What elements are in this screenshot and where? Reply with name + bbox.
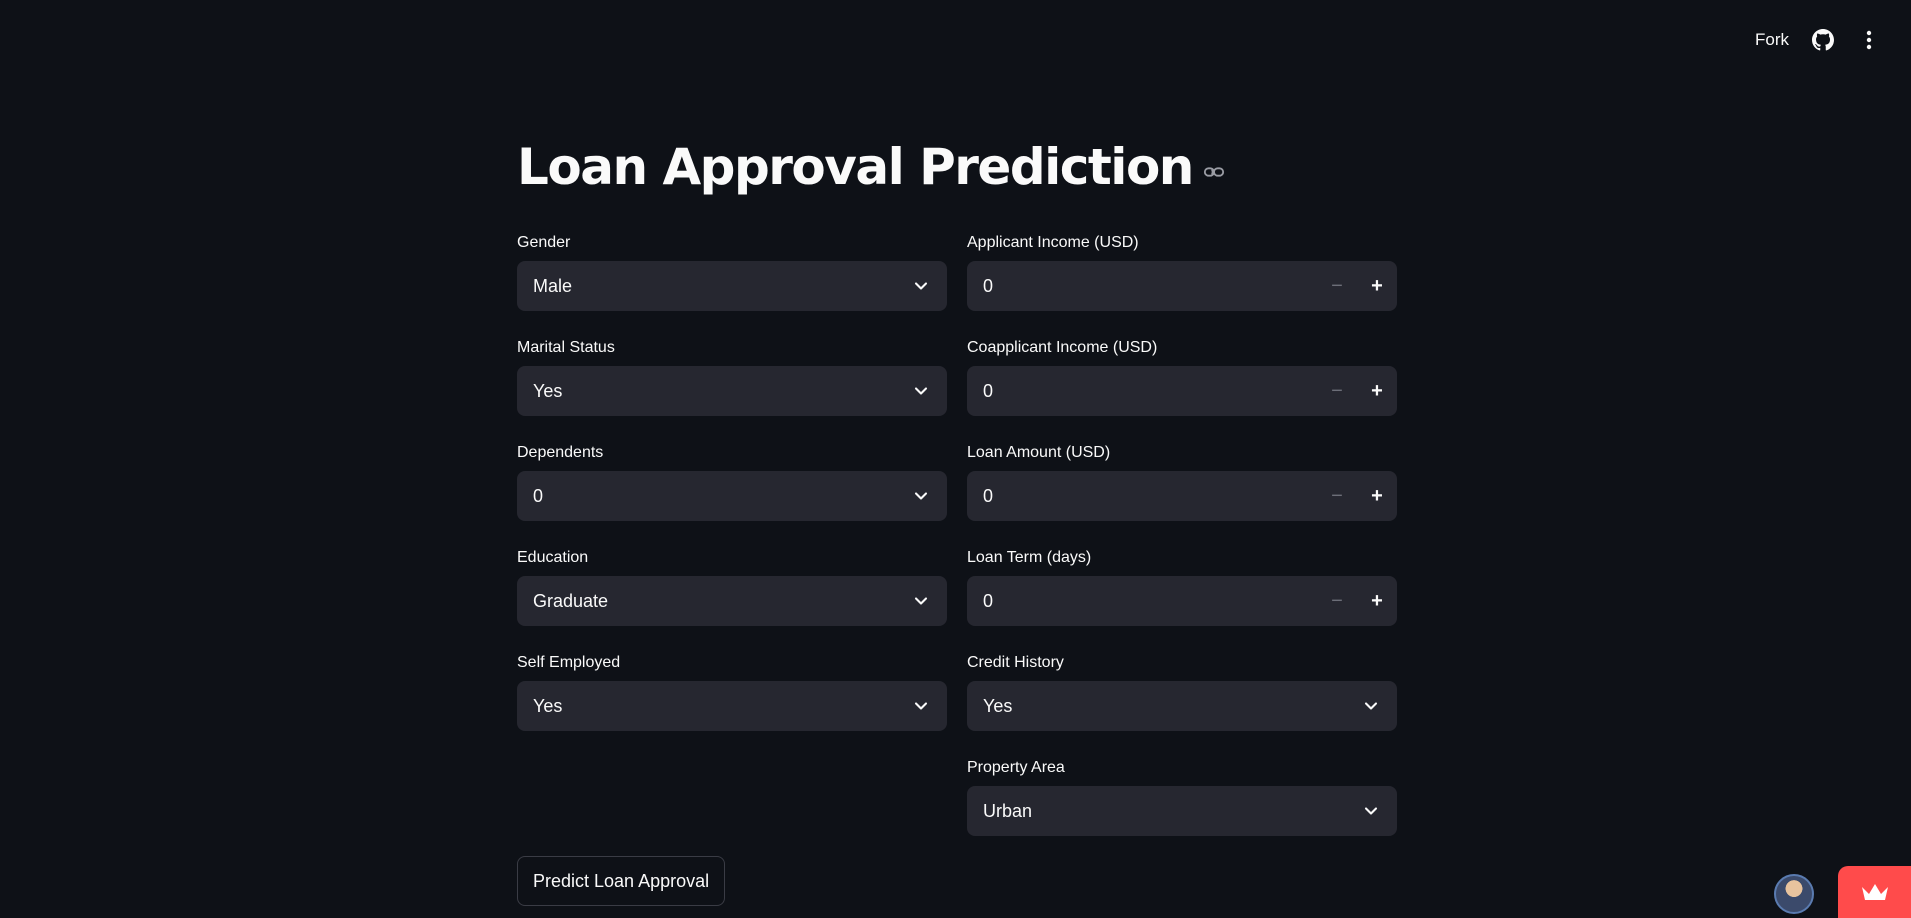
chevron-down-icon [914,597,928,605]
select-value: Yes [533,380,563,401]
applicant-income-input[interactable]: 0 − + [967,261,1397,311]
coapplicant-income-field: Coapplicant Income (USD) 0 − + [967,336,1397,416]
marital-status-field: Marital Status Yes [517,336,947,416]
crown-icon[interactable] [1838,866,1911,918]
loan-term-field: Loan Term (days) 0 − + [967,546,1397,626]
increment-button[interactable]: + [1357,366,1397,416]
avatar[interactable] [1774,874,1814,914]
coapplicant-income-input[interactable]: 0 − + [967,366,1397,416]
decrement-button[interactable]: − [1317,261,1357,311]
increment-button[interactable]: + [1357,576,1397,626]
link-icon[interactable] [1203,161,1225,183]
page-title: Loan Approval Prediction [517,138,1194,196]
field-label: Dependents [517,444,604,461]
field-label: Marital Status [517,339,615,356]
applicant-income-field: Applicant Income (USD) 0 − + [967,231,1397,311]
number-value[interactable]: 0 [967,486,1317,507]
decrement-button[interactable]: − [1317,366,1357,416]
gender-select[interactable]: Male [517,261,947,311]
select-value: Graduate [533,590,609,611]
marital-status-select[interactable]: Yes [517,366,947,416]
select-value: Yes [533,695,563,716]
education-select[interactable]: Graduate [517,576,947,626]
field-label: Coapplicant Income (USD) [967,339,1158,356]
gender-field: Gender Male [517,231,947,311]
field-label: Education [517,549,589,566]
property-area-select[interactable]: Urban [967,786,1397,836]
education-field: Education Graduate [517,546,947,626]
predict-loan-approval-button[interactable]: Predict Loan Approval [517,856,726,906]
field-label: Loan Term (days) [967,549,1092,566]
self-employed-field: Self Employed Yes [517,651,947,731]
chevron-down-icon [914,387,928,395]
field-label: Credit History [967,654,1064,671]
field-label: Gender [517,234,571,251]
field-label: Loan Amount (USD) [967,444,1111,461]
github-icon[interactable] [1811,28,1835,52]
select-value: Urban [983,800,1033,821]
number-value[interactable]: 0 [967,591,1317,612]
more-vertical-icon[interactable] [1857,28,1881,52]
chevron-down-icon [1364,702,1378,710]
field-label: Applicant Income (USD) [967,234,1139,251]
title-row: Loan Approval Prediction [517,138,1225,196]
select-value: Yes [983,695,1013,716]
loan-amount-input[interactable]: 0 − + [967,471,1397,521]
number-value[interactable]: 0 [967,381,1317,402]
increment-button[interactable]: + [1357,261,1397,311]
fork-button[interactable]: Fork [1755,30,1789,50]
chevron-down-icon [1364,807,1378,815]
field-label: Property Area [967,759,1065,776]
chevron-down-icon [914,282,928,290]
select-value: Male [533,275,573,296]
chevron-down-icon [914,702,928,710]
dependents-select[interactable]: 0 [517,471,947,521]
app-toolbar: Fork [1755,0,1911,80]
number-value[interactable]: 0 [967,276,1317,297]
decrement-button[interactable]: − [1317,471,1357,521]
self-employed-select[interactable]: Yes [517,681,947,731]
loan-term-input[interactable]: 0 − + [967,576,1397,626]
property-area-field: Property Area Urban [967,756,1397,836]
select-value: 0 [533,485,544,506]
dependents-field: Dependents 0 [517,441,947,521]
credit-history-field: Credit History Yes [967,651,1397,731]
loan-amount-field: Loan Amount (USD) 0 − + [967,441,1397,521]
decrement-button[interactable]: − [1317,576,1357,626]
credit-history-select[interactable]: Yes [967,681,1397,731]
increment-button[interactable]: + [1357,471,1397,521]
chevron-down-icon [914,492,928,500]
field-label: Self Employed [517,654,621,671]
